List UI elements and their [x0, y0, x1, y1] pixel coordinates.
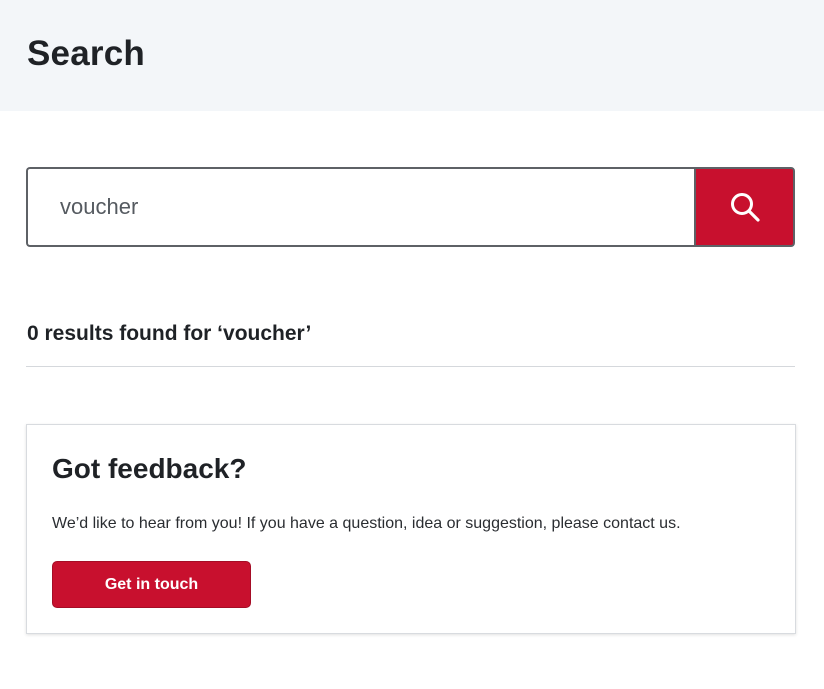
search-icon: [730, 193, 760, 222]
get-in-touch-button[interactable]: Get in touch: [52, 561, 251, 608]
feedback-title: Got feedback?: [52, 453, 247, 484]
results-summary: 0 results found for ‘voucher’: [27, 322, 312, 345]
search-input[interactable]: [26, 167, 694, 247]
page-header: Search: [0, 0, 824, 111]
results-divider: [26, 366, 795, 367]
search-form: [26, 167, 795, 247]
feedback-card: Got feedback? We’d like to hear from you…: [26, 424, 796, 634]
feedback-text: We’d like to hear from you! If you have …: [52, 515, 681, 532]
search-button[interactable]: [694, 167, 795, 247]
page-title: Search: [27, 34, 145, 73]
